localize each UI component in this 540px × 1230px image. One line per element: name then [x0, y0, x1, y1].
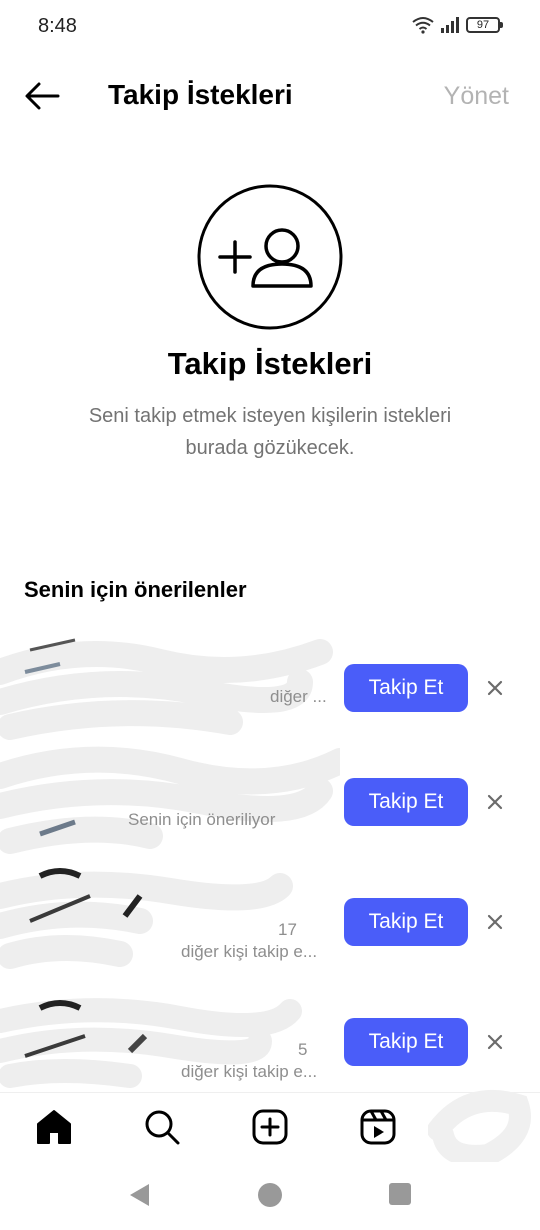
suggestion-mutual-count: 5	[298, 1040, 308, 1059]
suggestions-title: Senin için önerilenler	[24, 577, 247, 602]
close-icon[interactable]	[484, 677, 506, 699]
system-back-icon[interactable]	[127, 1182, 153, 1208]
suggestion-row[interactable]: 5 diğer kişi takip e... Takip Et	[0, 998, 540, 1088]
system-home-icon[interactable]	[257, 1182, 283, 1208]
follow-button[interactable]: Takip Et	[344, 898, 468, 946]
home-icon	[37, 1110, 71, 1144]
create-icon	[252, 1109, 288, 1145]
suggestion-subtitle: Senin için öneriliyor	[128, 810, 276, 829]
reels-icon	[360, 1109, 396, 1145]
nav-home[interactable]	[34, 1107, 74, 1147]
battery-indicator: 97	[466, 17, 503, 33]
bottom-navigation	[0, 1089, 540, 1167]
suggestion-subtitle: diğer ...	[270, 687, 327, 706]
status-icons: 97	[412, 16, 503, 34]
follow-button[interactable]: Takip Et	[344, 778, 468, 826]
manage-button[interactable]: Yönet	[444, 82, 509, 111]
add-person-icon	[197, 184, 343, 330]
close-icon[interactable]	[484, 1031, 506, 1053]
empty-state-description: Seni takip etmek isteyen kişilerin istek…	[88, 405, 452, 459]
redaction-scribble	[0, 998, 302, 1088]
suggestion-row[interactable]: 17 diğer kişi takip e... Takip Et	[0, 868, 540, 969]
follow-button[interactable]: Takip Et	[344, 664, 468, 712]
nav-search[interactable]	[142, 1107, 182, 1147]
back-button[interactable]	[22, 78, 62, 114]
nav-create[interactable]	[250, 1107, 290, 1147]
redaction-scribble	[0, 746, 340, 854]
system-recents-icon[interactable]	[388, 1182, 412, 1206]
suggestion-subtitle: diğer kişi takip e...	[181, 1062, 318, 1081]
system-navigation	[0, 1162, 540, 1230]
suggestion-subtitle: diğer kişi takip e...	[181, 942, 318, 961]
suggestion-row[interactable]: Senin için öneriliyor Takip Et	[0, 746, 540, 854]
suggestion-row[interactable]: diğer ... Takip Et	[0, 638, 540, 740]
empty-state-title: Takip İstekleri	[167, 346, 373, 381]
status-time: 8:48	[38, 15, 77, 37]
top-bar: Takip İstekleri Yönet	[0, 62, 540, 132]
status-bar: 8:48 97	[0, 0, 540, 54]
close-icon[interactable]	[484, 791, 506, 813]
suggestion-mutual-count: 17	[278, 920, 297, 939]
back-arrow-icon	[25, 82, 60, 110]
nav-reels[interactable]	[358, 1107, 398, 1147]
wifi-icon	[412, 17, 434, 34]
close-icon[interactable]	[484, 911, 506, 933]
follow-button[interactable]: Takip Et	[344, 1018, 468, 1066]
search-icon	[145, 1110, 180, 1145]
page-title: Takip İstekleri	[108, 79, 293, 110]
signal-icon	[441, 17, 459, 33]
